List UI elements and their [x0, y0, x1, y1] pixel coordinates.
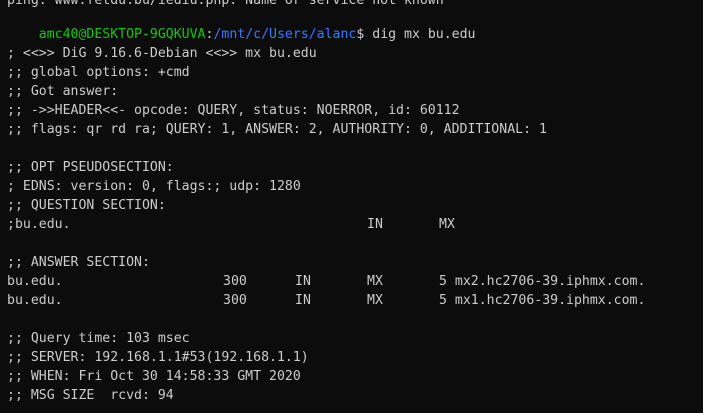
when-line: ;; WHEN: Fri Oct 30 14:58:33 GMT 2020 — [7, 369, 301, 384]
msg-size-line: ;; MSG SIZE rcvd: 94 — [7, 388, 174, 403]
question-class: IN — [367, 217, 383, 232]
answer-data: 5 mx1.hc2706-39.iphmx.com. — [439, 293, 646, 308]
question-section-line: ;; QUESTION SECTION: — [7, 198, 166, 213]
query-time-line: ;; Query time: 103 msec — [7, 331, 190, 346]
answer-section-line: ;; ANSWER SECTION: — [7, 255, 150, 270]
flags-line: ;; flags: qr rd ra; QUERY: 1, ANSWER: 2,… — [7, 122, 547, 137]
header-line: ;; ->>HEADER<<- opcode: QUERY, status: N… — [7, 103, 460, 118]
got-answer-line: ;; Got answer: — [7, 84, 119, 99]
answer-name: bu.edu. — [7, 274, 63, 289]
answer-name: bu.edu. — [7, 293, 63, 308]
question-type: MX — [439, 217, 455, 232]
answer-ttl: 300 — [223, 293, 247, 308]
edns-line: ; EDNS: version: 0, flags:; udp: 1280 — [7, 179, 301, 194]
answer-class: IN — [295, 274, 311, 289]
terminal-window[interactable]: ping: www.fetdu.bu/iediu.php: Name or se… — [0, 0, 703, 413]
opt-pseudosection-line: ;; OPT PSEUDOSECTION: — [7, 160, 174, 175]
answer-row: bu.edu. 300 IN MX 5 mx1.hc2706-39.iphmx.… — [7, 291, 697, 310]
global-options-line: ;; global options: +cmd — [7, 65, 190, 80]
answer-ttl: 300 — [223, 274, 247, 289]
answer-type: MX — [367, 293, 383, 308]
prompt-path: /mnt/c/Users/alanc — [213, 27, 357, 42]
prompt-line: amc40@DESKTOP-9GQKUVA:/mnt/c/Users/alanc… — [7, 6, 476, 42]
question-row: ;bu.edu. IN MX — [7, 215, 697, 234]
answer-row: bu.edu. 300 IN MX 5 mx2.hc2706-39.iphmx.… — [7, 272, 697, 291]
answer-type: MX — [367, 274, 383, 289]
command-text: dig mx bu.edu — [364, 27, 476, 42]
prompt-user-host: amc40@DESKTOP-9GQKUVA — [38, 27, 206, 42]
server-line: ;; SERVER: 192.168.1.1#53(192.168.1.1) — [7, 350, 309, 365]
answer-class: IN — [295, 293, 311, 308]
dig-version-line: ; <<>> DiG 9.16.6-Debian <<>> mx bu.edu — [7, 46, 317, 61]
question-name: ;bu.edu. — [7, 217, 71, 232]
answer-data: 5 mx2.hc2706-39.iphmx.com. — [439, 274, 646, 289]
